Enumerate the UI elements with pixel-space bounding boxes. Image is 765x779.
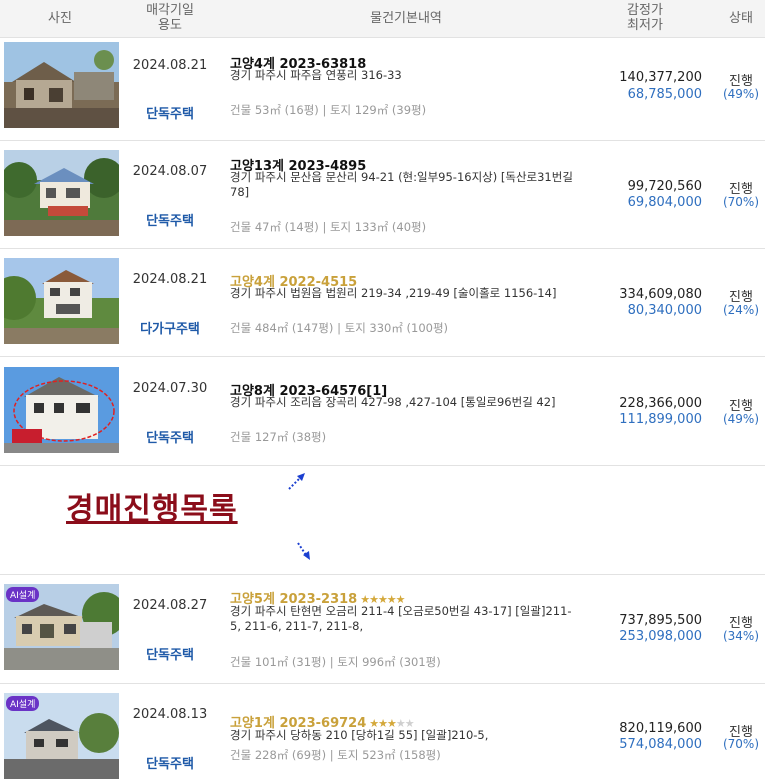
auction-date: 2024.08.21 bbox=[132, 58, 208, 73]
table-row[interactable]: AI설계 2024.08.27 단독주택 고양5계 2023-2318 ★★★★★… bbox=[0, 575, 765, 684]
address: 경기 파주시 문산읍 문산리 94-21 (현:일부95-16지상) [독산로3… bbox=[230, 170, 573, 199]
col-date: 매각기일 bbox=[146, 3, 194, 18]
area-info: 건물 228㎡ (69평) | 토지 523㎡ (158평) bbox=[230, 748, 441, 762]
col-minimum: 최저가 bbox=[627, 18, 663, 33]
table-row[interactable]: 2024.07.30 단독주택 고양8계 2023-64576[1] 경기 파주… bbox=[0, 357, 765, 466]
table-row[interactable]: AI설계 2024.08.13 단독주택 고양1계 2023-69724 ★★★★… bbox=[0, 684, 765, 779]
appraised-price: 99,720,560 bbox=[627, 179, 702, 194]
area-info: 건물 53㎡ (16평) | 토지 129㎡ (39평) bbox=[230, 103, 427, 117]
percent-text: (70%) bbox=[722, 737, 760, 751]
address: 경기 파주시 탄현면 오금리 211-4 [오금로50번길 43-17] [일괄… bbox=[230, 604, 572, 633]
minimum-price: 253,098,000 bbox=[619, 629, 702, 644]
percent-text: (49%) bbox=[722, 87, 760, 101]
ai-badge: AI설계 bbox=[6, 696, 40, 711]
col-status: 상태 bbox=[729, 11, 753, 26]
percent-text: (24%) bbox=[722, 303, 760, 317]
area-info: 건물 484㎡ (147평) | 토지 330㎡ (100평) bbox=[230, 321, 449, 335]
address: 경기 파주시 법원읍 법원리 219-34 ,219-49 [술이홀로 1156… bbox=[230, 286, 557, 300]
area-info: 건물 47㎡ (14평) | 토지 133㎡ (40평) bbox=[230, 220, 427, 234]
minimum-price: 69,804,000 bbox=[627, 195, 702, 210]
auction-date: 2024.08.07 bbox=[132, 164, 208, 179]
arrow-down-icon bbox=[297, 542, 310, 560]
col-usage: 용도 bbox=[158, 18, 182, 33]
property-photo[interactable] bbox=[4, 258, 119, 344]
col-date-usage: 매각기일 용도 bbox=[120, 3, 220, 33]
address: 경기 파주시 파주읍 연풍리 316-33 bbox=[230, 68, 402, 82]
appraised-price: 737,895,500 bbox=[619, 613, 702, 628]
usage-link[interactable]: 다가구주택 bbox=[120, 318, 220, 337]
minimum-price: 80,340,000 bbox=[627, 303, 702, 318]
percent-text: (34%) bbox=[722, 629, 760, 643]
address: 경기 파주시 조리읍 장곡리 427-98 ,427-104 [통일로96번길 … bbox=[230, 395, 556, 409]
address: 경기 파주시 당하동 210 [당하1길 55] [일괄]210-5, bbox=[230, 728, 489, 742]
table-row[interactable]: 2024.08.21 다가구주택 고양4계 2022-4515 경기 파주시 법… bbox=[0, 249, 765, 357]
auction-date: 2024.08.21 bbox=[132, 272, 208, 287]
arrow-up-icon bbox=[288, 473, 305, 490]
property-photo[interactable]: AI설계 bbox=[4, 693, 119, 779]
table-row[interactable]: 2024.08.21 단독주택 고양4계 2023-63818 경기 파주시 파… bbox=[0, 38, 765, 141]
auction-date: 2024.08.13 bbox=[132, 707, 208, 722]
usage-link[interactable]: 단독주택 bbox=[120, 210, 220, 229]
minimum-price: 111,899,000 bbox=[619, 412, 702, 427]
usage-link[interactable]: 단독주택 bbox=[120, 427, 220, 446]
area-info: 건물 127㎡ (38평) bbox=[230, 430, 327, 444]
col-photo: 사진 bbox=[48, 11, 72, 26]
usage-link[interactable]: 단독주택 bbox=[120, 753, 220, 772]
property-photo[interactable] bbox=[4, 42, 119, 128]
appraised-price: 228,366,000 bbox=[619, 396, 702, 411]
appraised-price: 140,377,200 bbox=[619, 70, 702, 85]
usage-link[interactable]: 단독주택 bbox=[120, 103, 220, 122]
minimum-price: 574,084,000 bbox=[619, 737, 702, 752]
percent-text: (70%) bbox=[722, 195, 760, 209]
minimum-price: 68,785,000 bbox=[627, 87, 702, 102]
appraised-price: 820,119,600 bbox=[619, 721, 702, 736]
auction-date: 2024.08.27 bbox=[132, 598, 208, 613]
banner-title: 경매진행목록 bbox=[66, 492, 238, 527]
table-header: 사진 매각기일 용도 물건기본내역 감정가 최저가 상태 bbox=[0, 0, 765, 38]
col-info: 물건기본내역 bbox=[370, 11, 442, 26]
col-price: 감정가 최저가 bbox=[600, 3, 690, 33]
ai-badge: AI설계 bbox=[6, 587, 40, 602]
usage-link[interactable]: 단독주택 bbox=[120, 644, 220, 663]
area-info: 건물 101㎡ (31평) | 토지 996㎡ (301평) bbox=[230, 655, 441, 669]
appraised-price: 334,609,080 bbox=[619, 287, 702, 302]
col-appraised: 감정가 bbox=[627, 3, 663, 18]
auction-date: 2024.07.30 bbox=[132, 381, 208, 396]
property-photo[interactable]: AI설계 bbox=[4, 584, 119, 670]
table-row[interactable]: 2024.08.07 단독주택 고양13계 2023-4895 경기 파주시 문… bbox=[0, 141, 765, 249]
property-photo[interactable] bbox=[4, 150, 119, 236]
property-photo[interactable] bbox=[4, 367, 119, 453]
percent-text: (49%) bbox=[722, 412, 760, 426]
